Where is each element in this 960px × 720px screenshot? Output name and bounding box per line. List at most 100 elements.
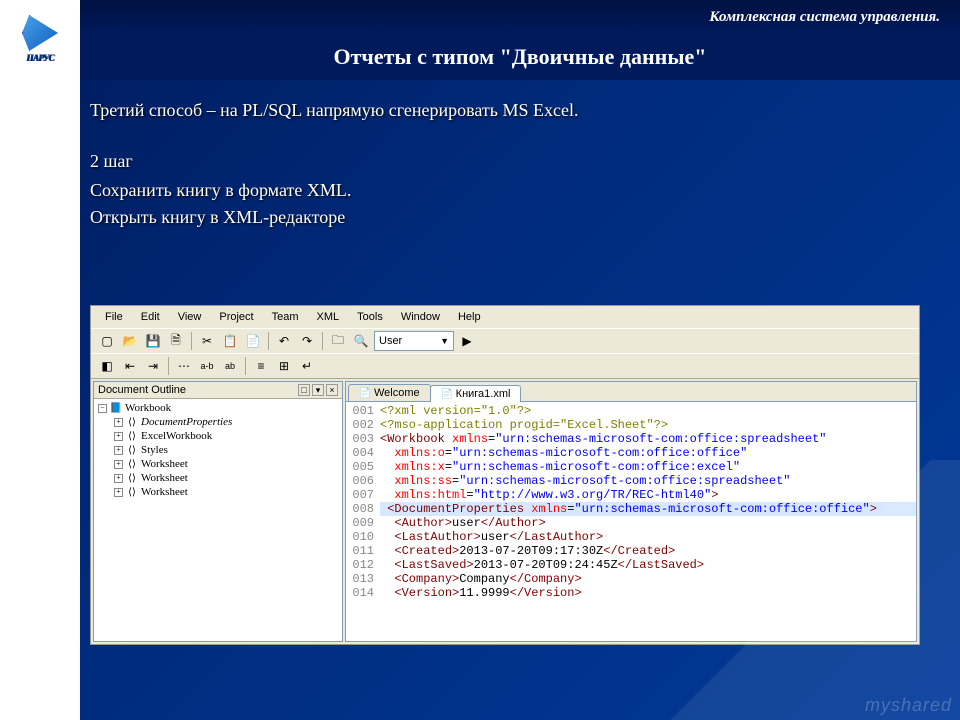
expand-icon[interactable]: + <box>114 418 123 427</box>
indent-button[interactable]: ⇥ <box>143 356 163 376</box>
format-button[interactable]: ab <box>220 356 240 376</box>
line-number: 001 <box>346 404 380 418</box>
element-icon: ⟨⟩ <box>126 416 138 428</box>
logo-text: ПАРУС <box>26 53 54 63</box>
toolbar-separator <box>245 357 246 375</box>
code-line[interactable]: 011 <Created>2013-07-20T09:17:30Z</Creat… <box>346 544 916 558</box>
element-icon: ⟨⟩ <box>126 458 138 470</box>
instruction-1: Сохранить книгу в формате XML. <box>90 180 930 201</box>
line-number: 005 <box>346 460 380 474</box>
user-combo[interactable]: User ▼ <box>374 331 454 351</box>
logo-sail-icon <box>22 15 58 51</box>
page-title: Отчеты с типом "Двоичные данные" <box>334 44 707 70</box>
line-number: 007 <box>346 488 380 502</box>
code-line[interactable]: 002<?mso-application progid="Excel.Sheet… <box>346 418 916 432</box>
expand-icon[interactable]: + <box>114 446 123 455</box>
menu-tools[interactable]: Tools <box>349 309 391 325</box>
code-line[interactable]: 003<Workbook xmlns="urn:schemas-microsof… <box>346 432 916 446</box>
code-area[interactable]: 001<?xml version="1.0"?>002<?mso-applica… <box>346 402 916 641</box>
system-title: Комплексная система управления. <box>709 9 940 26</box>
toolbar-separator <box>268 332 269 350</box>
code-line[interactable]: 012 <LastSaved>2013-07-20T09:24:45Z</Las… <box>346 558 916 572</box>
line-number: 008 <box>346 502 380 516</box>
editor-tabs: 📄Welcome📄Книга1.xml <box>346 382 916 402</box>
expand-icon[interactable]: + <box>114 432 123 441</box>
cut-button[interactable]: ✂ <box>197 331 217 351</box>
xml-editor-window: FileEditViewProjectTeamXMLToolsWindowHel… <box>90 305 920 645</box>
element-icon: ⟨⟩ <box>126 486 138 498</box>
paste-button[interactable]: 📄 <box>243 331 263 351</box>
redo-button[interactable]: ↷ <box>297 331 317 351</box>
combo-value: User <box>379 335 402 347</box>
outline-tree: −📘Workbook+⟨⟩DocumentProperties+⟨⟩ExcelW… <box>94 399 342 501</box>
menu-file[interactable]: File <box>97 309 131 325</box>
run-button[interactable]: ▶ <box>457 331 477 351</box>
line-number: 010 <box>346 530 380 544</box>
page-title-bar: Отчеты с типом "Двоичные данные" <box>80 34 960 80</box>
element-icon: ⟨⟩ <box>126 444 138 456</box>
tab-0[interactable]: 📄Welcome <box>348 384 431 401</box>
undo-button[interactable]: ↶ <box>274 331 294 351</box>
expand-icon[interactable]: + <box>114 460 123 469</box>
tree-item-excelworkbook[interactable]: +⟨⟩ExcelWorkbook <box>98 429 338 443</box>
code-line[interactable]: 013 <Company>Company</Company> <box>346 572 916 586</box>
tree-item-documentproperties[interactable]: +⟨⟩DocumentProperties <box>98 415 338 429</box>
tree-item-worksheet[interactable]: +⟨⟩Worksheet <box>98 457 338 471</box>
close-icon[interactable]: × <box>326 384 338 396</box>
outline-title: Document Outline <box>98 384 186 396</box>
expand-icon[interactable]: + <box>114 474 123 483</box>
line-number: 014 <box>346 586 380 600</box>
uncomment-button[interactable]: a-b <box>197 356 217 376</box>
menu-xml[interactable]: XML <box>309 309 348 325</box>
tree-item-worksheet[interactable]: +⟨⟩Worksheet <box>98 485 338 499</box>
tab-1[interactable]: 📄Книга1.xml <box>430 385 522 402</box>
tree-item-worksheet[interactable]: +⟨⟩Worksheet <box>98 471 338 485</box>
line-number: 012 <box>346 558 380 572</box>
save-button[interactable]: 💾 <box>143 331 163 351</box>
code-line[interactable]: 008 <DocumentProperties xmlns="urn:schem… <box>346 502 916 516</box>
tag-icon[interactable]: ◧ <box>97 356 117 376</box>
code-line[interactable]: 007 xmlns:html="http://www.w3.org/TR/REC… <box>346 488 916 502</box>
file-icon: 📄 <box>441 388 453 400</box>
outdent-button[interactable]: ⇤ <box>120 356 140 376</box>
pin-icon[interactable]: □ <box>298 384 310 396</box>
copy-button[interactable]: 📋 <box>220 331 240 351</box>
menu-project[interactable]: Project <box>211 309 261 325</box>
search-icon[interactable]: 🔍 <box>351 331 371 351</box>
code-line[interactable]: 009 <Author>user</Author> <box>346 516 916 530</box>
code-line[interactable]: 001<?xml version="1.0"?> <box>346 404 916 418</box>
menu-window[interactable]: Window <box>393 309 448 325</box>
wrap-button[interactable]: ↵ <box>297 356 317 376</box>
code-line[interactable]: 004 xmlns:o="urn:schemas-microsoft-com:o… <box>346 446 916 460</box>
system-header: Комплексная система управления. <box>0 0 960 34</box>
logo: ПАРУС <box>4 4 76 74</box>
dropdown-icon[interactable]: ▾ <box>312 384 324 396</box>
menu-edit[interactable]: Edit <box>133 309 168 325</box>
open-file-button[interactable]: 📂 <box>120 331 140 351</box>
code-line[interactable]: 010 <LastAuthor>user</LastAuthor> <box>346 530 916 544</box>
toolbar-separator <box>191 332 192 350</box>
slide-content: Третий способ – на PL/SQL напрямую сгене… <box>90 100 930 234</box>
expand-icon[interactable]: + <box>114 488 123 497</box>
tree-view-button[interactable]: ⊞ <box>274 356 294 376</box>
tree-root[interactable]: −📘Workbook <box>98 401 338 415</box>
toolbar-main: ▢ 📂 💾 🗎 ✂ 📋 📄 ↶ ↷ 🗀 🔍 User ▼ ▶ <box>91 328 919 353</box>
menu-bar: FileEditViewProjectTeamXMLToolsWindowHel… <box>91 306 919 328</box>
line-number: 011 <box>346 544 380 558</box>
new-file-button[interactable]: ▢ <box>97 331 117 351</box>
collapse-icon[interactable]: − <box>98 404 107 413</box>
code-line[interactable]: 005 xmlns:x="urn:schemas-microsoft-com:o… <box>346 460 916 474</box>
folder-icon[interactable]: 🗀 <box>328 331 348 351</box>
element-icon: ⟨⟩ <box>126 472 138 484</box>
document-outline-panel: Document Outline □ ▾ × −📘Workbook+⟨⟩Docu… <box>93 381 343 642</box>
menu-view[interactable]: View <box>170 309 210 325</box>
menu-team[interactable]: Team <box>264 309 307 325</box>
validate-button[interactable]: ≡ <box>251 356 271 376</box>
save-all-button[interactable]: 🗎 <box>166 331 186 351</box>
tree-item-styles[interactable]: +⟨⟩Styles <box>98 443 338 457</box>
comment-button[interactable]: ⋯ <box>174 356 194 376</box>
code-line[interactable]: 014 <Version>11.9999</Version> <box>346 586 916 600</box>
chevron-down-icon: ▼ <box>440 336 449 346</box>
menu-help[interactable]: Help <box>450 309 489 325</box>
code-line[interactable]: 006 xmlns:ss="urn:schemas-microsoft-com:… <box>346 474 916 488</box>
